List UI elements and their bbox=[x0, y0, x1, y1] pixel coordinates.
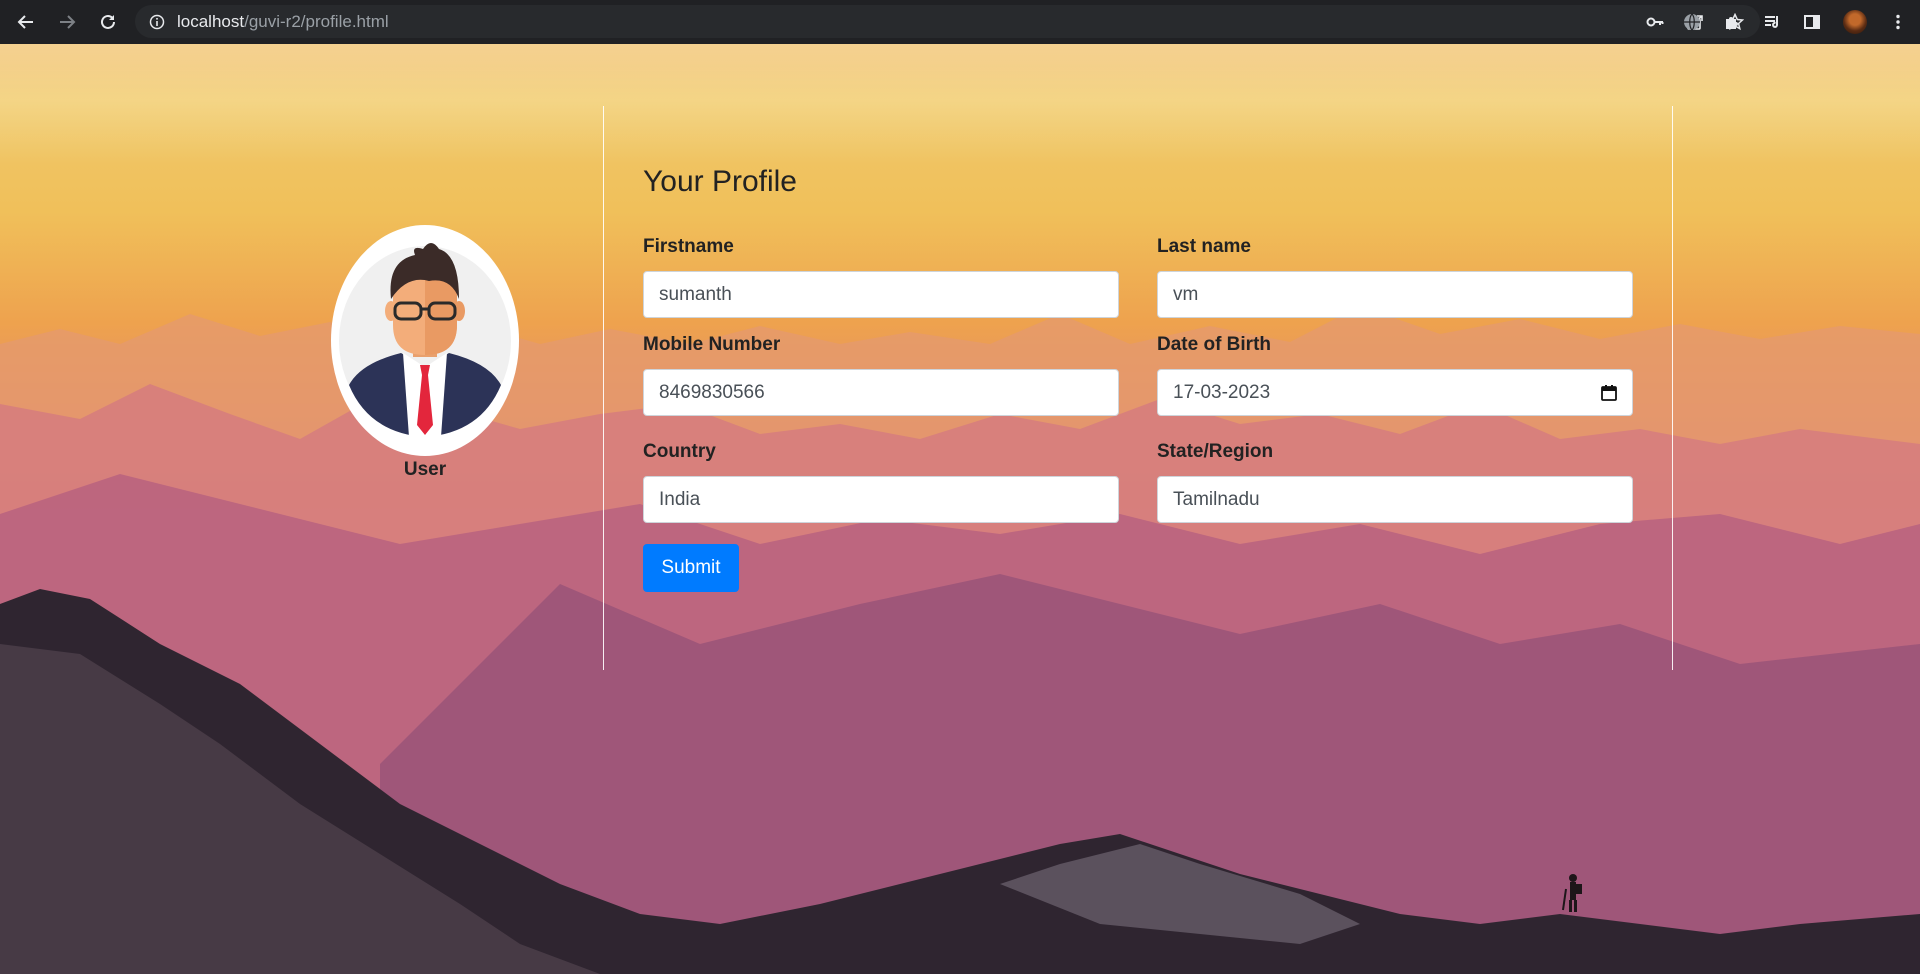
user-name-label: User bbox=[403, 459, 447, 480]
country-input[interactable]: India bbox=[643, 476, 1119, 523]
browser-profile-avatar[interactable] bbox=[1843, 10, 1867, 34]
profile-avatar bbox=[331, 225, 519, 456]
mobile-input[interactable]: 8469830566 bbox=[643, 369, 1119, 416]
forward-arrow-icon[interactable] bbox=[55, 10, 79, 34]
extensions-puzzle-icon[interactable] bbox=[1723, 13, 1741, 31]
url-path: /guvi-r2/profile.html bbox=[244, 11, 389, 31]
state-value: Tamilnadu bbox=[1173, 488, 1260, 510]
state-input[interactable]: Tamilnadu bbox=[1157, 476, 1633, 523]
country-value: India bbox=[659, 488, 701, 510]
page-content: User Your Profile Firstname sumanth Last… bbox=[0, 44, 1920, 974]
firstname-input[interactable]: sumanth bbox=[643, 271, 1119, 318]
key-icon[interactable] bbox=[1646, 13, 1664, 31]
panel-left-border bbox=[603, 106, 604, 670]
user-avatar-icon bbox=[339, 243, 511, 437]
side-panel-icon[interactable] bbox=[1803, 13, 1821, 31]
state-label: State/Region bbox=[1157, 441, 1274, 462]
lastname-input[interactable]: vm bbox=[1157, 271, 1633, 318]
back-arrow-icon[interactable] bbox=[14, 10, 38, 34]
address-bar[interactable]: localhost/guvi-r2/profile.html bbox=[135, 5, 1760, 38]
site-info-icon[interactable] bbox=[149, 14, 165, 30]
mobile-value: 8469830566 bbox=[659, 381, 765, 403]
globe-extension-icon[interactable] bbox=[1683, 13, 1701, 31]
country-label: Country bbox=[643, 441, 716, 462]
lastname-value: vm bbox=[1173, 283, 1199, 305]
firstname-value: sumanth bbox=[659, 283, 732, 305]
mobile-label: Mobile Number bbox=[643, 334, 781, 355]
media-queue-icon[interactable] bbox=[1763, 13, 1781, 31]
dob-value: 17-03-2023 bbox=[1173, 381, 1271, 403]
calendar-icon[interactable] bbox=[1600, 384, 1618, 402]
browser-toolbar: localhost/guvi-r2/profile.html bbox=[0, 0, 1920, 44]
submit-button[interactable]: Submit bbox=[643, 544, 739, 592]
lastname-label: Last name bbox=[1157, 236, 1251, 257]
reload-icon[interactable] bbox=[96, 10, 120, 34]
dob-input[interactable]: 17-03-2023 bbox=[1157, 369, 1633, 416]
dob-label: Date of Birth bbox=[1157, 334, 1271, 355]
url-host: localhost bbox=[177, 11, 245, 31]
page-title: Your Profile bbox=[643, 165, 797, 198]
firstname-label: Firstname bbox=[643, 236, 734, 257]
more-menu-icon[interactable] bbox=[1889, 13, 1907, 31]
panel-right-border bbox=[1672, 106, 1673, 670]
url-text: localhost/guvi-r2/profile.html bbox=[177, 12, 389, 32]
